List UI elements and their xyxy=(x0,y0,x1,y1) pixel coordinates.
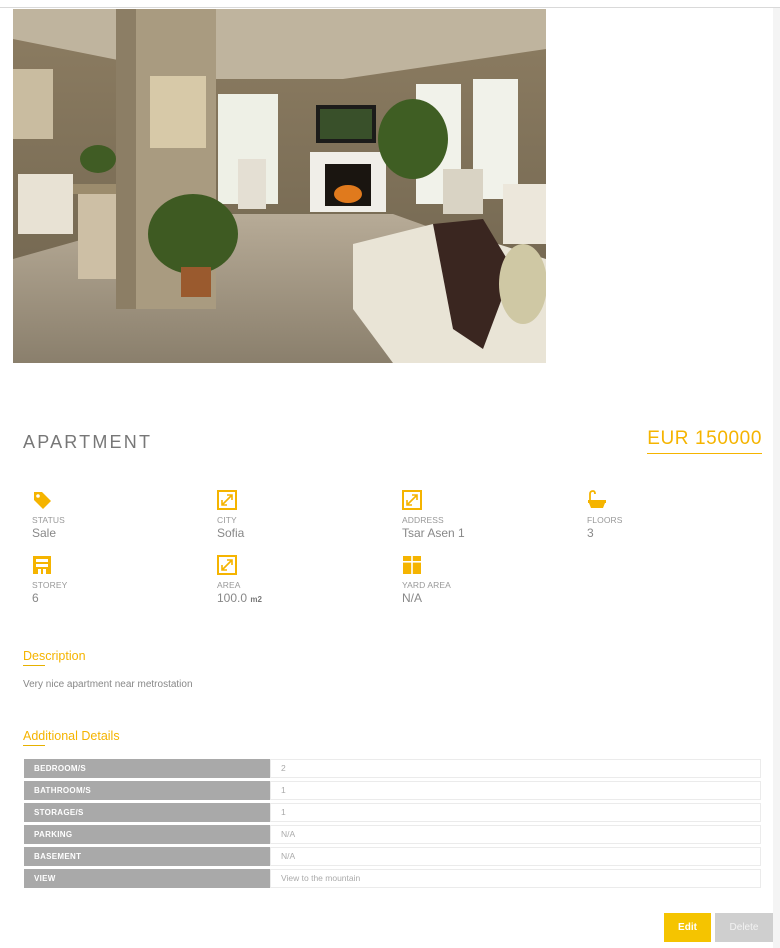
table-row: BATHROOM/S 1 xyxy=(24,781,761,800)
edit-button[interactable]: Edit xyxy=(664,913,711,942)
feature-city: CITY Sofia xyxy=(217,490,387,540)
feature-yard-area: YARD AREA N/A xyxy=(402,555,572,605)
delete-button[interactable]: Delete xyxy=(715,913,773,942)
feature-label: STOREY xyxy=(32,580,68,590)
table-row: STORAGE/S 1 xyxy=(24,803,761,822)
window-grid-icon xyxy=(403,556,421,574)
table-row: PARKING N/A xyxy=(24,825,761,844)
expand-arrows-icon xyxy=(217,490,237,510)
feature-value: Sale xyxy=(32,526,57,540)
feature-value: 6 xyxy=(32,591,39,605)
table-row: VIEW View to the mountain xyxy=(24,869,761,888)
expand-arrows-icon xyxy=(402,490,422,510)
feature-area: AREA 100.0 m2 xyxy=(217,555,387,605)
bathtub-icon xyxy=(588,490,606,508)
detail-key: PARKING xyxy=(24,825,270,844)
feature-label: YARD AREA xyxy=(402,580,451,590)
feature-status: STATUS Sale xyxy=(32,490,202,540)
feature-value: 100.0 m2 xyxy=(217,591,387,605)
building-icon xyxy=(33,556,51,574)
detail-value: N/A xyxy=(270,847,761,866)
detail-value: View to the mountain xyxy=(270,869,761,888)
additional-details-heading: Additional Details xyxy=(23,729,120,743)
top-divider xyxy=(0,7,780,8)
detail-key: BASEMENT xyxy=(24,847,270,866)
feature-value: 3 xyxy=(587,526,594,540)
detail-value: 1 xyxy=(270,803,761,822)
detail-key: STORAGE/S xyxy=(24,803,270,822)
area-unit: m2 xyxy=(250,595,262,604)
listing-price: EUR 150000 xyxy=(647,428,762,454)
detail-value: N/A xyxy=(270,825,761,844)
table-row: BEDROOM/S 2 xyxy=(24,759,761,778)
detail-key: BATHROOM/S xyxy=(24,781,270,800)
description-underline xyxy=(23,665,45,666)
tag-icon xyxy=(34,492,51,509)
feature-label: STATUS xyxy=(32,515,65,525)
feature-label: FLOORS xyxy=(587,515,623,525)
listing-title: APARTMENT xyxy=(23,432,153,452)
area-value: 100.0 xyxy=(217,591,248,605)
table-row: BASEMENT N/A xyxy=(24,847,761,866)
feature-label: AREA xyxy=(217,580,241,590)
description-text: Very nice apartment near metrostation xyxy=(23,679,193,690)
feature-label: CITY xyxy=(217,515,237,525)
feature-address: ADDRESS Tsar Asen 1 xyxy=(402,490,572,540)
additional-details-table: BEDROOM/S 2 BATHROOM/S 1 STORAGE/S 1 PAR… xyxy=(24,759,761,891)
scrollbar-track[interactable] xyxy=(773,8,780,948)
detail-key: VIEW xyxy=(24,869,270,888)
feature-storey: STOREY 6 xyxy=(32,555,202,605)
feature-floors: FLOORS 3 xyxy=(587,490,757,540)
detail-value: 2 xyxy=(270,759,761,778)
detail-value: 1 xyxy=(270,781,761,800)
detail-key: BEDROOM/S xyxy=(24,759,270,778)
feature-value: N/A xyxy=(402,591,423,605)
feature-value: Tsar Asen 1 xyxy=(402,526,465,540)
property-photo xyxy=(13,9,546,363)
feature-value: Sofia xyxy=(217,526,245,540)
description-heading: Description xyxy=(23,649,86,663)
expand-arrows-icon xyxy=(217,555,237,575)
feature-label: ADDRESS xyxy=(402,515,444,525)
additional-details-underline xyxy=(23,745,45,746)
